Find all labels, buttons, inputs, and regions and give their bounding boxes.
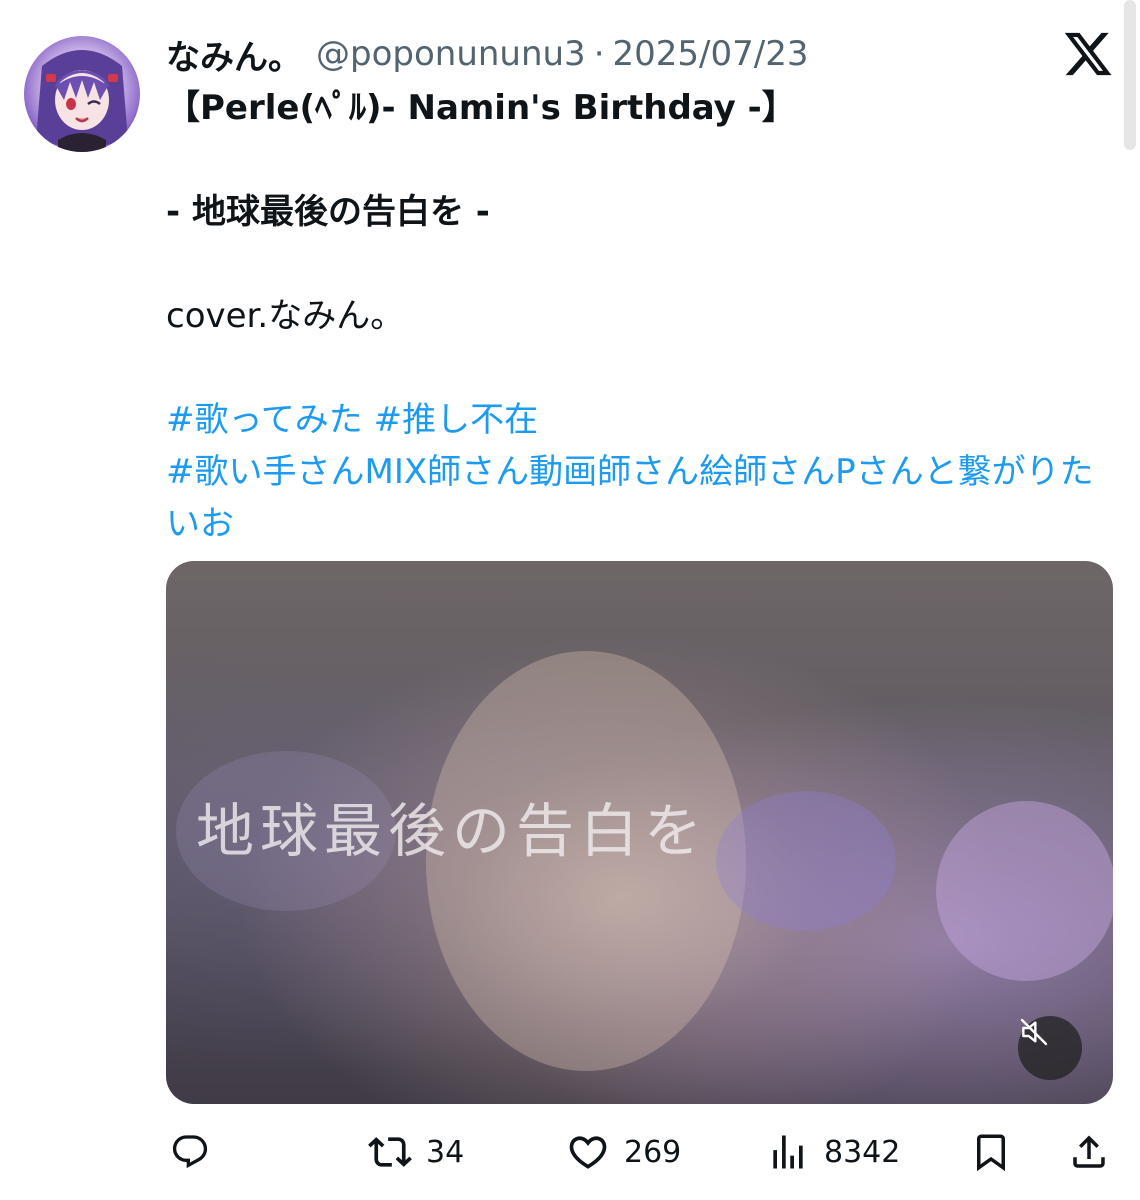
views-count: 8342: [824, 1134, 901, 1170]
bookmark-button[interactable]: [970, 1122, 1012, 1182]
x-logo-icon[interactable]: [1062, 28, 1114, 80]
retweet-count: 34: [426, 1134, 465, 1170]
heart-icon: [569, 1136, 607, 1169]
separator: ·: [593, 34, 605, 74]
display-name[interactable]: なみん。: [166, 30, 302, 79]
tweet-cover-line: cover.なみん。: [166, 296, 405, 336]
hashtags-line-2[interactable]: #歌い手さんMIX師さん動画師さん絵師さんPさんと繋がりたいお: [166, 446, 1116, 550]
like-button[interactable]: 269: [566, 1122, 681, 1182]
hashtags-line-1[interactable]: #歌ってみた #推し不在: [166, 394, 1116, 446]
video-player[interactable]: 地球最後の告白を: [166, 561, 1113, 1104]
scrollbar[interactable]: [1124, 0, 1136, 150]
tweet-header: なみん。 @poponununu3 · 2025/07/23: [166, 26, 808, 82]
reply-button[interactable]: [170, 1122, 210, 1182]
views-button[interactable]: 8342: [766, 1122, 900, 1182]
like-count: 269: [624, 1134, 682, 1170]
retweet-button[interactable]: 34: [368, 1122, 464, 1182]
bookmark-icon: [977, 1134, 1005, 1172]
share-icon: [1073, 1135, 1105, 1168]
tweet-song-line: - 地球最後の告白を -: [166, 192, 490, 232]
share-button[interactable]: [1068, 1122, 1110, 1182]
tweet-date[interactable]: 2025/07/23: [613, 34, 809, 74]
mute-button[interactable]: [1018, 1016, 1082, 1080]
action-bar: 34 269 8342: [0, 1122, 1140, 1182]
tweet-text: 【Perle(ﾍﾟﾙ)- Namin's Birthday -】 - 地球最後の…: [166, 82, 1116, 550]
tweet-title-line: 【Perle(ﾍﾟﾙ)- Namin's Birthday -】: [166, 88, 796, 128]
retweet-icon: [368, 1137, 412, 1167]
reply-icon: [172, 1135, 208, 1169]
user-handle[interactable]: @poponununu3: [316, 34, 586, 74]
muted-speaker-icon: [1020, 1018, 1048, 1046]
views-icon: [773, 1135, 803, 1169]
avatar[interactable]: [24, 36, 140, 152]
video-overlay-text: 地球最後の告白を: [196, 797, 708, 865]
